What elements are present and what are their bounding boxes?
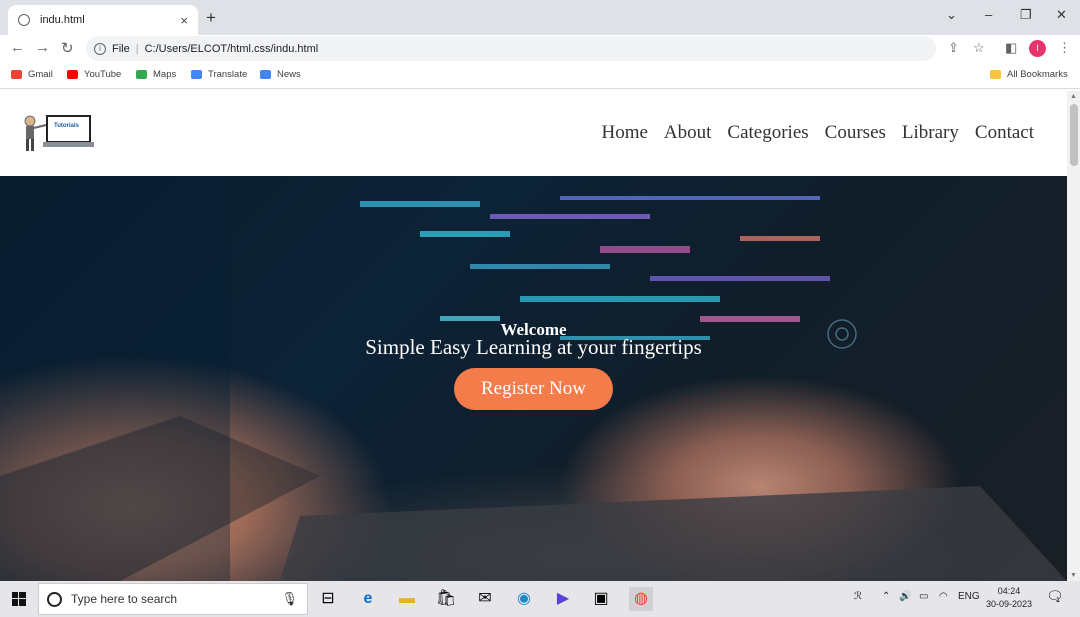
scroll-down-icon[interactable]: ▼ xyxy=(1070,572,1077,579)
bookmark-label: Maps xyxy=(153,69,177,80)
logo-text: Tutorials xyxy=(54,123,79,129)
all-bookmarks[interactable]: All Bookmarks xyxy=(990,69,1068,80)
bookmark-news[interactable]: News xyxy=(260,69,301,80)
minimize-button[interactable]: – xyxy=(985,7,992,22)
volume-icon[interactable]: 🔊 xyxy=(899,591,911,602)
nav-courses[interactable]: Courses xyxy=(825,122,886,144)
address-bar[interactable]: i File | C:/Users/ELCOT/html.css/indu.ht… xyxy=(86,36,936,61)
tab-title: indu.html xyxy=(40,14,85,26)
language-indicator[interactable]: ENG xyxy=(958,591,980,602)
info-icon[interactable]: i xyxy=(94,42,106,55)
bookmarks-bar: Gmail YouTube Maps Translate News All Bo… xyxy=(0,63,1080,89)
bookmark-gmail[interactable]: Gmail xyxy=(11,69,53,80)
cortana-icon xyxy=(47,591,62,607)
bookmark-label: Translate xyxy=(208,69,248,80)
profile-avatar[interactable]: I xyxy=(1029,40,1046,57)
taskbar-search-box[interactable]: Type here to search 🎙 xyxy=(38,583,308,615)
search-placeholder: Type here to search xyxy=(71,592,178,606)
close-window-button[interactable]: ✕ xyxy=(1056,7,1067,23)
nav-home[interactable]: Home xyxy=(601,122,647,144)
file-explorer-icon[interactable]: ▬ xyxy=(395,587,419,611)
chrome-icon[interactable]: ◍ xyxy=(629,587,653,611)
edge-legacy-icon[interactable]: e xyxy=(356,587,380,611)
microphone-icon[interactable]: 🎙 xyxy=(281,591,298,607)
hero-tagline: Simple Easy Learning at your fingertips xyxy=(365,335,702,359)
bookmark-label: News xyxy=(277,69,301,80)
address-row: ← → ↻ i File | C:/Users/ELCOT/html.css/i… xyxy=(0,35,1080,62)
address-prefix: File xyxy=(112,42,130,55)
reload-icon[interactable]: ↻ xyxy=(61,39,74,57)
back-icon[interactable]: ← xyxy=(10,39,25,56)
register-now-button[interactable]: Register Now xyxy=(454,368,613,410)
bookmark-maps[interactable]: Maps xyxy=(136,69,176,80)
bookmark-star-icon[interactable]: ☆ xyxy=(973,40,985,56)
page-scrollbar[interactable]: ▲ ▼ xyxy=(1067,91,1080,581)
scrollbar-thumb[interactable] xyxy=(1070,104,1078,166)
bookmark-label: Gmail xyxy=(28,69,53,80)
notification-count: 1 xyxy=(1056,597,1060,604)
task-view-icon[interactable]: ⊟ xyxy=(316,587,340,611)
maps-icon xyxy=(136,70,147,79)
browser-chrome: indu.html × + ⌄ – ❐ ✕ ← → ↻ i File | C:/… xyxy=(0,0,1080,91)
tab-close-button[interactable]: × xyxy=(180,13,188,28)
new-tab-button[interactable]: + xyxy=(206,8,216,28)
wifi-icon[interactable]: ◠ xyxy=(939,591,948,602)
bookmark-label: YouTube xyxy=(84,69,122,80)
notification-icon[interactable]: 🗨 xyxy=(1046,588,1064,605)
nav-contact[interactable]: Contact xyxy=(975,122,1034,144)
url-text[interactable]: C:/Users/ELCOT/html.css/indu.html xyxy=(145,43,319,55)
tab-search-icon[interactable]: ⌄ xyxy=(946,7,957,23)
all-bookmarks-label: All Bookmarks xyxy=(1007,69,1068,80)
nav-about[interactable]: About xyxy=(664,122,712,144)
nav-categories[interactable]: Categories xyxy=(727,122,808,144)
hero-banner: Welcome Simple Easy Learning at your fin… xyxy=(0,176,1067,581)
browser-tab[interactable]: indu.html × xyxy=(8,5,198,35)
menu-kebab-icon[interactable]: ⋮ xyxy=(1058,40,1071,56)
globe-icon xyxy=(18,14,30,26)
terminal-icon[interactable]: ▣ xyxy=(589,587,613,611)
folder-icon xyxy=(990,70,1001,79)
side-panel-icon[interactable]: ◧ xyxy=(1005,40,1017,56)
gmail-icon xyxy=(11,70,22,79)
web-page: Tutorials Home About Categories Courses … xyxy=(0,91,1067,581)
bookmark-youtube[interactable]: YouTube xyxy=(67,69,121,80)
start-button[interactable] xyxy=(0,581,38,617)
news-icon xyxy=(260,70,271,79)
people-icon[interactable]: ℛ xyxy=(854,591,862,602)
site-header: Tutorials Home About Categories Courses … xyxy=(0,91,1067,176)
battery-icon[interactable]: ▭ xyxy=(919,591,928,602)
windows-taskbar: Type here to search 🎙 ⊟ e ▬ 🛍 ✉ ◉ ▶ ▣ ◍ … xyxy=(0,581,1080,617)
youtube-icon xyxy=(67,70,78,79)
tab-strip: indu.html × + ⌄ – ❐ ✕ xyxy=(0,0,1080,35)
edge-icon[interactable]: ◉ xyxy=(512,587,536,611)
store-icon[interactable]: 🛍 xyxy=(434,587,458,611)
media-player-icon[interactable]: ▶ xyxy=(551,587,575,611)
address-separator: | xyxy=(135,42,139,55)
translate-icon xyxy=(191,70,202,79)
share-icon[interactable]: ⇪ xyxy=(948,40,959,56)
show-hidden-icons[interactable]: ⌃ xyxy=(882,591,890,602)
clock-date: 30-09-2023 xyxy=(986,599,1033,609)
bookmark-translate[interactable]: Translate xyxy=(191,69,247,80)
mail-icon[interactable]: ✉ xyxy=(473,587,497,611)
forward-icon[interactable]: → xyxy=(35,39,50,56)
clock[interactable]: 04:24 30-09-2023 xyxy=(986,585,1032,611)
site-logo[interactable]: Tutorials xyxy=(20,113,96,155)
main-nav: Home About Categories Courses Library Co… xyxy=(601,122,1034,144)
nav-library[interactable]: Library xyxy=(902,122,959,144)
scroll-up-icon[interactable]: ▲ xyxy=(1070,93,1077,100)
clock-time: 04:24 xyxy=(997,586,1021,596)
restore-button[interactable]: ❐ xyxy=(1020,7,1032,23)
windows-logo-icon xyxy=(12,592,26,606)
